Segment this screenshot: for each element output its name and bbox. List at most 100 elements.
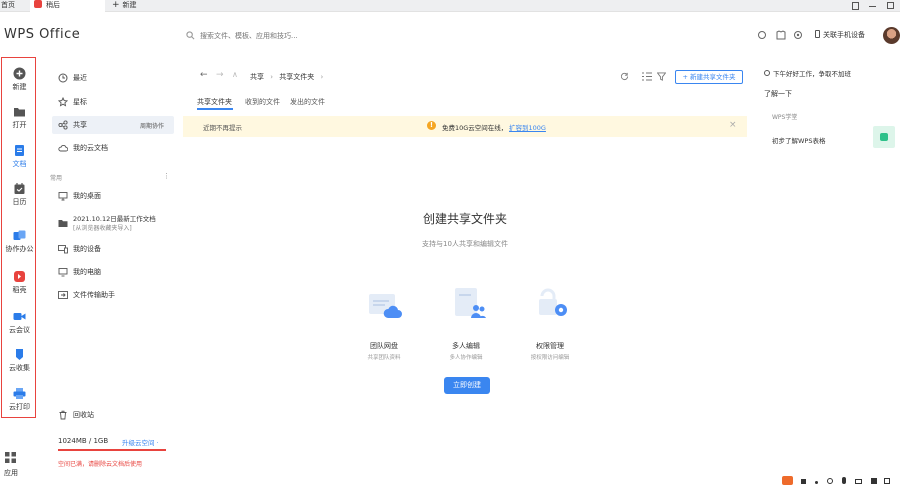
close-icon[interactable]: × — [729, 120, 737, 130]
breadcrumb: 共享 › 共享文件夹 › — [250, 72, 323, 82]
rail-meeting-label: 云会议 — [9, 326, 30, 334]
tab-document-label: 稍后 — [46, 1, 60, 9]
nav-transfer[interactable]: 文件传输助手 — [58, 288, 115, 302]
rail-collect-label: 云收集 — [9, 364, 30, 372]
nav-recent[interactable]: 最近 — [58, 71, 87, 85]
rail-calendar-label: 日历 — [12, 198, 27, 206]
restore-icon[interactable] — [887, 2, 894, 9]
ime-emoji-icon — [826, 478, 833, 484]
tab-sent-files[interactable]: 发出的文件 — [290, 97, 325, 107]
tab-shared-folders[interactable]: 共享文件夹 — [197, 97, 232, 107]
skin-icon[interactable] — [776, 30, 786, 40]
tab-received-files[interactable]: 收到的文件 — [245, 97, 280, 107]
banner-upgrade-link[interactable]: 扩容到100G — [509, 122, 546, 132]
nav-starred-label: 星标 — [73, 98, 87, 106]
storage-notice[interactable]: 空间已满，请删除云文档后使用 — [58, 459, 142, 468]
nav-desktop[interactable]: 我的桌面 — [58, 189, 101, 203]
rail-meeting[interactable]: 云会议 — [2, 310, 37, 340]
trash-icon — [59, 410, 67, 420]
list-view-icon[interactable] — [642, 72, 652, 81]
up-arrow-icon[interactable]: ∧ — [232, 70, 238, 79]
nav-starred[interactable]: 星标 — [58, 95, 87, 109]
rail-docer[interactable]: 稻壳 — [2, 270, 37, 300]
devices-icon — [58, 245, 68, 254]
storage-bar — [58, 449, 166, 451]
window-layout-icon[interactable] — [852, 2, 859, 10]
rail-documents[interactable]: 文档 — [2, 144, 37, 174]
rail-print-label: 云打印 — [9, 403, 30, 411]
ime-tray[interactable] — [782, 476, 900, 489]
nav-shared[interactable]: 共享 — [58, 118, 87, 132]
tab-document[interactable]: 稍后 — [30, 0, 105, 12]
collect-icon — [16, 349, 23, 360]
rail-open-label: 打开 — [12, 121, 27, 129]
desktop-icon — [58, 192, 68, 201]
right-section-title: 了解一下 — [764, 90, 792, 98]
feature-team-drive-title: 团队网盘 — [370, 342, 398, 350]
docer-tab-icon — [34, 0, 42, 8]
cloud-icon — [58, 144, 68, 152]
nav-recent-label: 最近 — [73, 74, 87, 82]
search-icon — [186, 31, 195, 40]
plus-icon: + — [112, 0, 120, 10]
upgrade-storage-link[interactable]: 升级云空间 · — [122, 437, 159, 447]
minimize-icon[interactable] — [869, 6, 876, 7]
nav-common-header: 常用 — [50, 175, 63, 182]
refresh-icon[interactable] — [620, 72, 629, 81]
folder-doc-icon — [58, 220, 68, 227]
nav-trash[interactable]: 回收站 — [58, 408, 94, 422]
nav-cloud[interactable]: 我的云文档 — [58, 141, 108, 155]
nav-devices[interactable]: 我的设备 — [58, 242, 101, 256]
permission-icon — [539, 288, 567, 316]
tab-active-underline — [197, 108, 233, 110]
nav-transfer-label: 文件传输助手 — [73, 291, 115, 299]
dismiss-banner-link[interactable]: 近期不再提示 — [203, 122, 242, 132]
new-shared-folder-button[interactable]: + 新建共享文件夹 — [675, 70, 743, 84]
feature-permission-title: 权限管理 — [536, 342, 564, 350]
rail-print[interactable]: 云打印 — [2, 387, 37, 417]
nav-shared-note[interactable]: 周期协作 — [140, 121, 164, 130]
ime-mode-icon — [800, 479, 806, 484]
calendar-icon — [14, 183, 25, 194]
feature-team-drive-desc: 共享团队资料 — [367, 355, 401, 361]
rail-new[interactable]: 新建 — [2, 67, 37, 97]
breadcrumb-separator: › — [320, 73, 324, 81]
rail-collab[interactable]: 协作办公 — [2, 229, 37, 259]
tab-bar: 首页 稍后 + 新建 — [0, 0, 900, 12]
spreadsheet-app-icon[interactable] — [873, 126, 895, 148]
share-icon — [58, 120, 68, 130]
avatar[interactable] — [883, 27, 900, 44]
folder-icon — [14, 108, 25, 117]
nav-devices-label: 我的设备 — [73, 245, 101, 253]
back-arrow-icon[interactable]: ← — [200, 70, 208, 80]
ime-grid-icon — [884, 478, 891, 484]
nav-doc-item[interactable]: 2021.10.12日最新工作文档 [从浏览器收藏夹导入] — [58, 212, 170, 234]
settings-sync-icon[interactable] — [757, 30, 767, 40]
storage-usage: 1024MB / 1GB — [58, 437, 109, 445]
document-icon — [15, 145, 24, 156]
device-link[interactable]: 关联手机设备 — [815, 30, 865, 40]
rail-collect[interactable]: 云收集 — [2, 348, 37, 378]
search-input[interactable] — [200, 29, 350, 42]
rail-calendar[interactable]: 日历 — [2, 182, 37, 212]
banner-message: 免费10G云空间在线， — [442, 124, 508, 132]
tab-new-label: 新建 — [122, 1, 137, 9]
wps-academy-label[interactable]: WPS学堂 — [772, 112, 797, 121]
rail-open[interactable]: 打开 — [2, 105, 37, 135]
search-box[interactable] — [186, 29, 356, 43]
forward-arrow-icon[interactable]: → — [216, 70, 224, 80]
breadcrumb-current[interactable]: 共享文件夹 — [279, 73, 314, 81]
multi-edit-icon — [455, 288, 486, 318]
breadcrumb-root[interactable]: 共享 — [250, 73, 264, 81]
filter-icon[interactable] — [657, 72, 666, 81]
tab-home[interactable]: 首页 — [0, 0, 30, 12]
learn-spreadsheet-item[interactable]: 初步了解WPS表格 — [772, 135, 825, 145]
rail-apps[interactable]: 应用 — [0, 452, 36, 478]
gear-icon[interactable] — [793, 30, 803, 40]
tab-new[interactable]: + 新建 — [112, 0, 162, 12]
create-now-button[interactable]: 立即创建 — [444, 377, 490, 394]
nav-pc[interactable]: 我的电脑 — [58, 265, 101, 279]
empty-state-title: 创建共享文件夹 — [422, 212, 507, 226]
ime-voice-icon — [841, 477, 846, 484]
more-icon[interactable]: ⋮ — [163, 172, 170, 180]
